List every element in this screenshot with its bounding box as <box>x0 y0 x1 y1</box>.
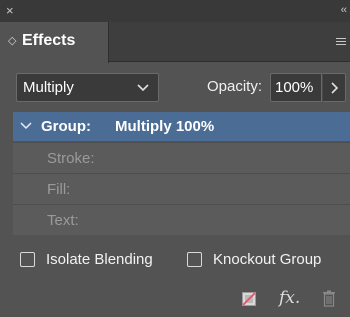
chevron-down-icon <box>137 84 149 92</box>
effects-panel: × ‹‹ ◇ Effects Multiply Opacity: 100% Gr… <box>0 0 350 317</box>
close-icon[interactable]: × <box>6 3 14 19</box>
checkbox-box[interactable] <box>187 252 202 267</box>
opacity-label: Opacity: <box>207 78 263 95</box>
panel-menu-icon[interactable] <box>336 38 346 47</box>
checkbox-box[interactable] <box>20 252 35 267</box>
opacity-slider-button[interactable] <box>322 73 346 102</box>
effects-target-list: Group: Multiply 100% Stroke: Fill: Text: <box>13 112 350 238</box>
stroke-label: Stroke: <box>47 150 95 167</box>
tab-effects[interactable]: ◇ Effects <box>0 22 109 63</box>
tab-expand-icon[interactable]: ◇ <box>8 34 16 47</box>
knockout-group-checkbox[interactable]: Knockout Group <box>187 251 337 269</box>
collapse-panel-icon[interactable]: ‹‹ <box>341 2 347 18</box>
isolate-blending-label: Isolate Blending <box>46 251 153 268</box>
list-item-fill[interactable]: Fill: <box>13 173 350 204</box>
trash-icon[interactable] <box>322 290 336 307</box>
chevron-right-icon <box>331 82 339 94</box>
opacity-input[interactable]: 100% <box>270 73 322 102</box>
text-label: Text: <box>47 212 79 229</box>
blend-mode-select[interactable]: Multiply <box>16 73 159 102</box>
fx-icon[interactable]: fx. <box>279 288 300 308</box>
list-item-group[interactable]: Group: Multiply 100% <box>13 112 350 141</box>
list-item-text[interactable]: Text: <box>13 204 350 235</box>
opacity-value: 100% <box>275 79 314 96</box>
panel-footer: fx. <box>0 284 350 317</box>
tab-bar: ◇ Effects <box>0 22 350 63</box>
tab-title: Effects <box>22 32 76 49</box>
isolate-blending-checkbox[interactable]: Isolate Blending <box>20 251 170 269</box>
list-item-stroke[interactable]: Stroke: <box>13 142 350 173</box>
knockout-group-label: Knockout Group <box>213 251 322 268</box>
clear-effects-icon[interactable] <box>242 292 256 306</box>
group-effect-value: Multiply 100% <box>115 118 215 135</box>
blend-mode-value: Multiply <box>23 79 74 96</box>
chevron-down-icon[interactable] <box>19 119 33 133</box>
group-label: Group: <box>41 118 91 135</box>
fill-label: Fill: <box>47 181 71 198</box>
panel-title-strip: × ‹‹ <box>0 0 350 22</box>
